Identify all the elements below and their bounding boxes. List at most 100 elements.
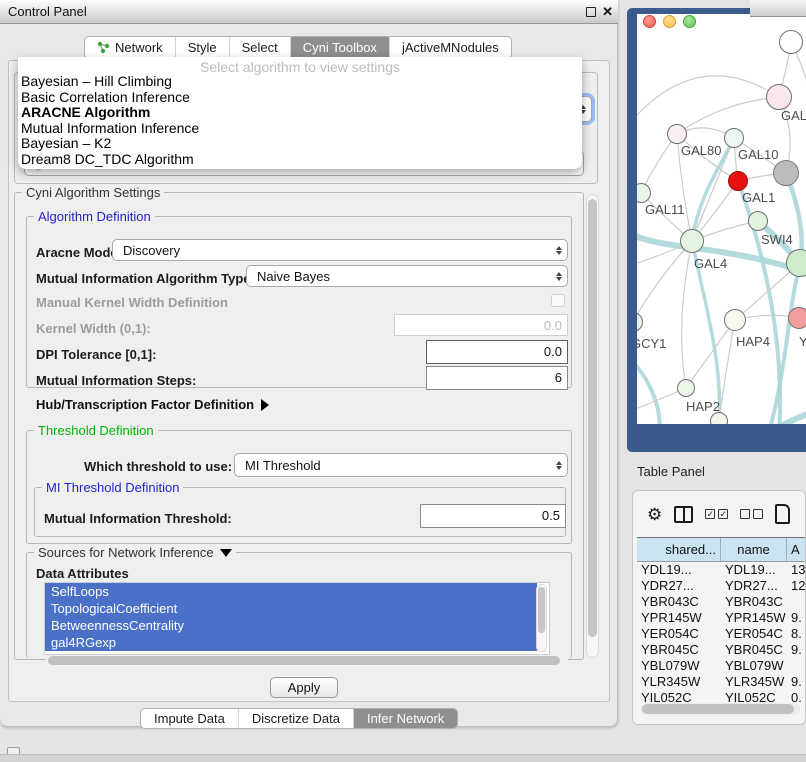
table-row[interactable]: YLR345WYLR345W9.: [637, 674, 806, 690]
table-row[interactable]: YPR145WYPR145W9.: [637, 610, 806, 626]
network-node-GAL80[interactable]: [667, 124, 687, 144]
table-cell: YDL19...: [637, 562, 721, 578]
column-layout-icon[interactable]: [674, 506, 693, 523]
scrollbar-thumb[interactable]: [538, 587, 545, 633]
tab-impute-data[interactable]: Impute Data: [141, 709, 238, 728]
network-node-label: GAL4: [694, 256, 727, 271]
settings-scrollbar[interactable]: [586, 194, 599, 658]
deselect-all-checkboxes-icon[interactable]: [740, 509, 763, 519]
close-icon[interactable]: ✕: [602, 4, 613, 20]
combo-stepper-icon: [551, 461, 567, 470]
tab-jactivemnodules[interactable]: jActiveMNodules: [389, 37, 511, 58]
group-title: MI Threshold Definition: [42, 480, 183, 495]
table-cell: YDR27...: [721, 578, 787, 594]
attribute-list-item[interactable]: TopologicalCoefficient: [45, 600, 537, 617]
table-row[interactable]: YBL079WYBL079W: [637, 658, 806, 674]
kernel-width-label: Kernel Width (0,1):: [36, 321, 151, 336]
network-node-Y[interactable]: [788, 307, 806, 329]
column-header-A[interactable]: A: [787, 538, 806, 561]
tab-infer-network[interactable]: Infer Network: [353, 709, 457, 728]
table-row[interactable]: YER054CYER054C8.: [637, 626, 806, 642]
mi-steps-input[interactable]: 6: [426, 366, 568, 390]
mi-steps-label: Mutual Information Steps:: [36, 373, 196, 388]
table-cell: YBR045C: [721, 642, 787, 658]
which-threshold-combo[interactable]: MI Threshold: [234, 453, 568, 477]
tab-select[interactable]: Select: [229, 37, 290, 58]
network-node[interactable]: [773, 160, 799, 186]
expander-arrow-icon: [261, 399, 269, 411]
network-node-GAL4[interactable]: [680, 229, 704, 253]
table-hscrollbar[interactable]: [640, 703, 800, 715]
manual-kernel-label: Manual Kernel Width Definition: [36, 295, 228, 310]
algorithm-option[interactable]: Mutual Information Inference: [18, 121, 582, 137]
table-row[interactable]: YDL19...YDL19...13: [637, 562, 806, 578]
mi-threshold-input[interactable]: 0.5: [420, 504, 566, 528]
table-cell: 12: [787, 578, 806, 594]
network-icon: [97, 41, 110, 54]
network-node-GAL[interactable]: [766, 84, 792, 110]
node-table[interactable]: shared...nameAYDL19...YDL19...13YDR27...…: [637, 537, 806, 706]
table-cell: YER054C: [721, 626, 787, 642]
attribute-list-item[interactable]: gal4RGexp: [45, 634, 537, 651]
attributes-hscrollbar[interactable]: [46, 655, 568, 666]
table-row[interactable]: YBR043CYBR043C: [637, 594, 806, 610]
attribute-list-item[interactable]: SelfLoops: [45, 583, 537, 600]
mac-zoom-button[interactable]: [683, 15, 696, 28]
apply-button[interactable]: Apply: [270, 677, 338, 698]
kernel-width-input[interactable]: 0.0: [394, 314, 568, 336]
network-node-GAL1[interactable]: [728, 171, 748, 191]
table-cell: YPR145W: [637, 610, 721, 626]
sources-expander[interactable]: Sources for Network Inference: [34, 545, 236, 560]
restore-icon[interactable]: [586, 7, 596, 17]
column-header-shared...[interactable]: shared...: [637, 538, 721, 561]
table-row[interactable]: YBR045CYBR045C9.: [637, 642, 806, 658]
scrollbar-thumb[interactable]: [588, 199, 597, 637]
tab-label: Cyni Toolbox: [303, 40, 377, 55]
table-toolbar: ⚙ ✓✓: [633, 499, 806, 529]
network-canvas[interactable]: GALGAL80GAL10GAL1GAL11SWI4GAL4HAP4YGCY1H…: [637, 14, 806, 424]
combo-stepper-icon: [551, 272, 567, 281]
table-cell: YLR345W: [637, 674, 721, 690]
settings-gear-icon[interactable]: ⚙: [647, 506, 662, 523]
column-header-name[interactable]: name: [721, 538, 787, 561]
scrollbar-thumb[interactable]: [642, 704, 794, 714]
network-node-GAL10[interactable]: [724, 128, 744, 148]
network-node[interactable]: [779, 30, 803, 54]
scrollbar-thumb[interactable]: [48, 656, 560, 665]
tab-style[interactable]: Style: [175, 37, 229, 58]
data-attributes-list[interactable]: SelfLoopsTopologicalCoefficientBetweenne…: [44, 582, 550, 655]
manual-kernel-checkbox[interactable]: [551, 294, 565, 307]
attributes-list-scrollbar[interactable]: [536, 584, 547, 652]
tab-discretize-data[interactable]: Discretize Data: [238, 709, 353, 728]
network-node-SWI4[interactable]: [748, 211, 768, 231]
file-icon[interactable]: [775, 504, 790, 524]
group-title: Algorithm Definition: [34, 209, 155, 224]
tab-network[interactable]: Network: [85, 37, 175, 58]
hub-definition-expander[interactable]: Hub/Transcription Factor Definition: [36, 397, 269, 412]
table-row[interactable]: YDR27...YDR27...12: [637, 578, 806, 594]
mac-close-button[interactable]: [643, 15, 656, 28]
network-node[interactable]: [786, 249, 806, 277]
network-node-label: HAP4: [736, 334, 770, 349]
network-node-HAP4[interactable]: [724, 309, 746, 331]
aracne-mode-combo[interactable]: Discovery: [112, 239, 568, 261]
algorithm-option[interactable]: Dream8 DC_TDC Algorithm: [18, 152, 582, 168]
tab-cyni-toolbox[interactable]: Cyni Toolbox: [290, 37, 389, 58]
mac-minimize-button[interactable]: [663, 15, 676, 28]
table-cell: [787, 658, 806, 674]
algorithm-option[interactable]: Bayesian – K2: [18, 136, 582, 152]
select-all-checkboxes-icon[interactable]: ✓✓: [705, 509, 728, 519]
attribute-list-item[interactable]: BetweennessCentrality: [45, 617, 537, 634]
algorithm-option[interactable]: ARACNE Algorithm: [18, 105, 582, 121]
algorithm-option[interactable]: Basic Correlation Inference: [18, 90, 582, 106]
network-node[interactable]: [710, 412, 728, 424]
network-node-label: SWI4: [761, 232, 793, 247]
mi-type-combo[interactable]: Naive Bayes: [246, 265, 568, 287]
control-panel-tabstrip: NetworkStyleSelect Cyni Toolbox jActiveMNo…: [84, 36, 512, 59]
dpi-tolerance-input[interactable]: 0.0: [426, 340, 568, 364]
table-cell: 13: [787, 562, 806, 578]
algorithm-option[interactable]: Bayesian – Hill Climbing: [18, 74, 582, 90]
network-node-HAP2[interactable]: [677, 379, 695, 397]
mi-type-label: Mutual Information Algorithm Type:: [36, 271, 255, 286]
control-panel-titlebar[interactable]: Control Panel ✕: [0, 0, 618, 24]
